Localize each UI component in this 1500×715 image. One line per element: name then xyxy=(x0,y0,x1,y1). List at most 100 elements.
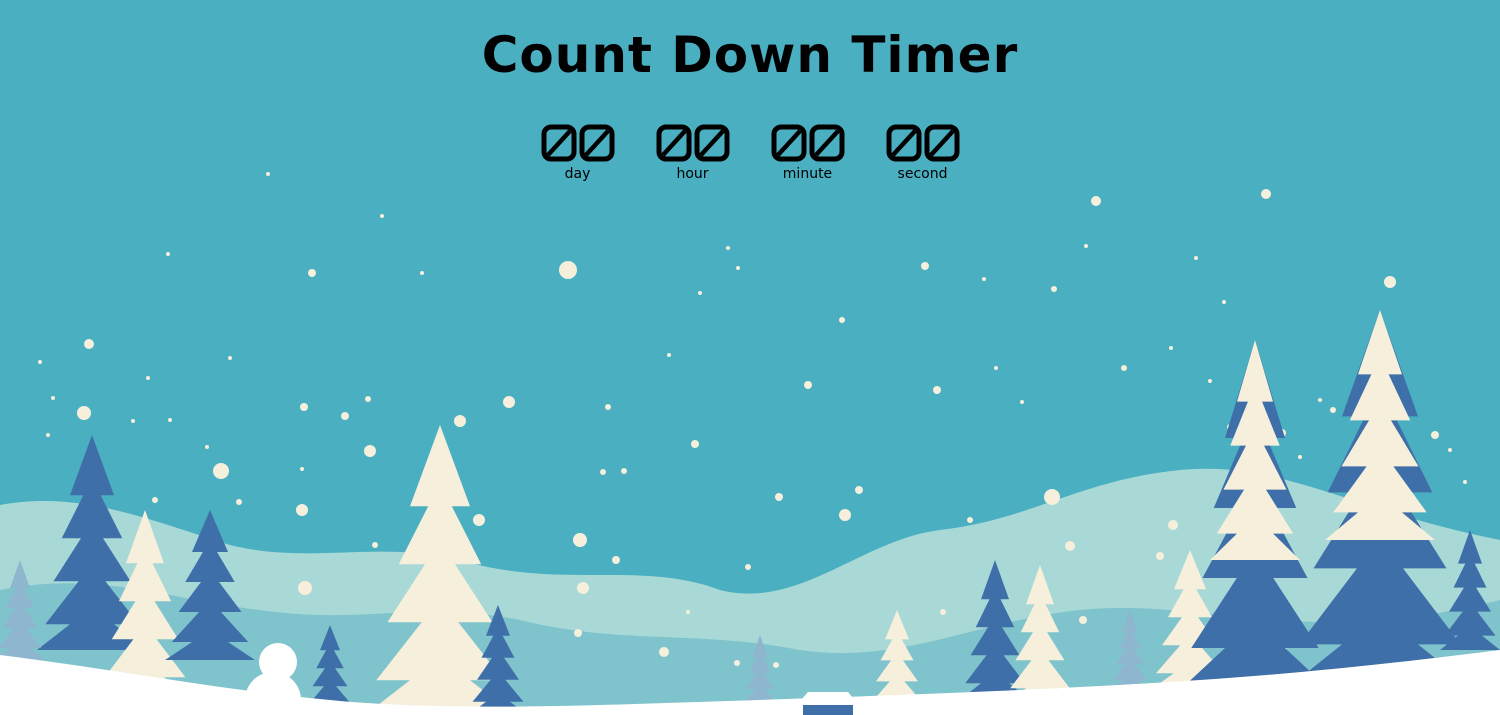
digit-icon xyxy=(579,124,615,162)
snowflake-icon xyxy=(152,497,158,503)
snowflake-icon xyxy=(503,396,515,408)
snowflake-icon xyxy=(1156,552,1164,560)
snowflake-icon xyxy=(168,418,172,422)
snowflake-icon xyxy=(46,433,50,437)
snowflake-icon xyxy=(236,499,242,505)
snowflake-icon xyxy=(691,440,699,448)
snowflake-icon xyxy=(146,376,150,380)
snowflake-icon xyxy=(77,406,91,420)
timer-unit-minute: 00 minute xyxy=(769,124,847,182)
snowflake-icon xyxy=(736,266,740,270)
snowflake-icon xyxy=(454,415,466,427)
snowflake-icon xyxy=(839,317,845,323)
snowflake-icon xyxy=(1079,616,1087,624)
timer-unit-day: 00 day xyxy=(539,124,617,182)
snowflake-icon xyxy=(659,647,669,657)
snowflake-icon xyxy=(300,467,304,471)
snowflake-icon xyxy=(1261,189,1271,199)
snowflake-icon xyxy=(38,360,42,364)
day-label: day xyxy=(564,166,591,182)
snowflake-icon xyxy=(726,246,730,250)
snowflake-icon xyxy=(1448,448,1452,452)
snowflake-icon xyxy=(559,261,577,279)
countdown-timer: 00 day 00 hour 00 minute 00 second xyxy=(0,124,1500,182)
snowflake-icon xyxy=(921,262,929,270)
snowflake-icon xyxy=(341,412,349,420)
digit-icon xyxy=(886,124,922,162)
snowflake-icon xyxy=(773,662,779,668)
snowflake-icon xyxy=(1168,520,1178,530)
snowflake-icon xyxy=(1121,365,1127,371)
snowflake-icon xyxy=(698,291,702,295)
snowflake-icon xyxy=(1208,379,1212,383)
snowflake-icon xyxy=(1194,256,1198,260)
snowflake-icon xyxy=(804,381,812,389)
snowflake-icon xyxy=(686,610,690,614)
second-label: second xyxy=(897,166,948,182)
snowflake-icon xyxy=(1318,398,1322,402)
snowflake-icon xyxy=(228,356,232,360)
snowflake-icon xyxy=(131,419,135,423)
digit-icon xyxy=(694,124,730,162)
hour-label: hour xyxy=(676,166,709,182)
snowflake-icon xyxy=(577,582,589,594)
snowflake-icon xyxy=(1091,196,1101,206)
snowflake-icon xyxy=(745,564,751,570)
snowflake-icon xyxy=(420,271,424,275)
snowflake-icon xyxy=(1330,407,1336,413)
digit-icon xyxy=(541,124,577,162)
snowflake-icon xyxy=(1222,300,1226,304)
digit-display xyxy=(771,124,845,162)
snowflake-icon xyxy=(775,493,783,501)
snowflake-icon xyxy=(839,509,851,521)
snowflake-icon xyxy=(1020,400,1024,404)
minute-label: minute xyxy=(782,166,833,182)
snowflake-icon xyxy=(605,404,611,410)
snowflake-icon xyxy=(855,486,863,494)
digit-icon xyxy=(809,124,845,162)
digit-display xyxy=(541,124,615,162)
digit-icon xyxy=(656,124,692,162)
snowflake-icon xyxy=(166,252,170,256)
snowflake-icon xyxy=(205,445,209,449)
digit-display xyxy=(656,124,730,162)
digit-icon xyxy=(924,124,960,162)
snowflake-icon xyxy=(982,277,986,281)
snowflake-icon xyxy=(308,269,316,277)
snowflake-icon xyxy=(1065,541,1075,551)
snowflake-icon xyxy=(213,463,229,479)
snowflake-icon xyxy=(296,504,308,516)
snowflake-icon xyxy=(300,403,308,411)
snowflake-icon xyxy=(365,396,371,402)
snowflake-icon xyxy=(1084,244,1088,248)
snowflake-icon xyxy=(372,542,378,548)
snowflake-icon xyxy=(51,396,55,400)
snowflake-icon xyxy=(994,366,998,370)
snowflake-icon xyxy=(967,517,973,523)
snowflake-icon xyxy=(380,214,384,218)
snowflake-icon xyxy=(933,386,941,394)
snowflake-icon xyxy=(1044,489,1060,505)
snowflake-icon xyxy=(1384,276,1396,288)
snowflake-icon xyxy=(1463,480,1467,484)
snowflake-icon xyxy=(940,609,946,615)
snowflake-icon xyxy=(574,629,582,637)
snowflake-icon xyxy=(1051,286,1057,292)
timer-unit-hour: 00 hour xyxy=(654,124,732,182)
snowflake-icon xyxy=(1431,431,1439,439)
snowflake-icon xyxy=(600,469,606,475)
snowflake-icon xyxy=(573,533,587,547)
snowflake-icon xyxy=(1298,455,1302,459)
winter-forest-background xyxy=(0,0,1500,715)
page-title: Count Down Timer xyxy=(481,26,1019,84)
snowflake-icon xyxy=(473,514,485,526)
snowflake-icon xyxy=(621,468,627,474)
snowflake-icon xyxy=(667,353,671,357)
snowflake-icon xyxy=(612,556,620,564)
snowflake-icon xyxy=(298,581,312,595)
snowflake-icon xyxy=(364,445,376,457)
snowflake-icon xyxy=(1169,346,1173,350)
snowflake-icon xyxy=(84,339,94,349)
snowflake-icon xyxy=(734,660,740,666)
digit-display xyxy=(886,124,960,162)
